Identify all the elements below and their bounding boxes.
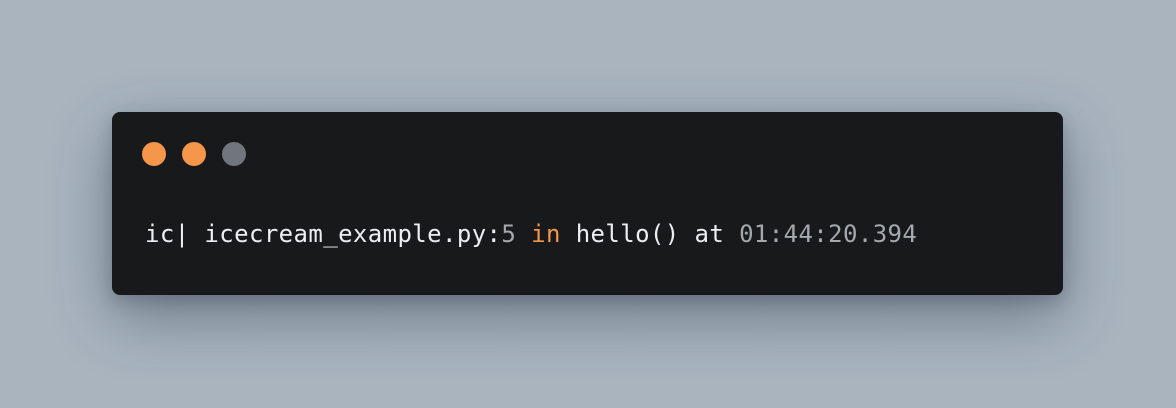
line-number: 5 <box>501 220 517 248</box>
keyword-in: in <box>531 220 561 248</box>
window-dot-1[interactable] <box>142 142 166 166</box>
window-dot-3[interactable] <box>222 142 246 166</box>
output-line: ic| icecream_example.py:5 in hello() at … <box>145 216 917 252</box>
window-controls <box>142 142 246 166</box>
function-name: hello() <box>575 220 680 248</box>
file-name: icecream_example.py: <box>204 220 502 248</box>
ic-prefix: ic| <box>145 220 190 248</box>
window-dot-2[interactable] <box>182 142 206 166</box>
terminal-window: ic| icecream_example.py:5 in hello() at … <box>112 112 1063 295</box>
keyword-at: at <box>694 220 725 248</box>
timestamp: 01:44:20.394 <box>739 220 918 248</box>
